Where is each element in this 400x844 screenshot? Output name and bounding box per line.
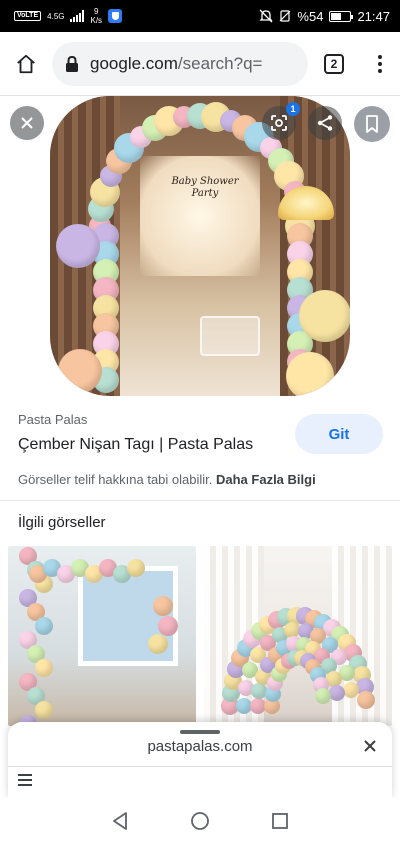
menu-button[interactable] (360, 32, 400, 96)
related-heading: İlgili görseller (18, 514, 106, 531)
window (140, 156, 260, 276)
share-button[interactable] (308, 106, 342, 140)
hamburger-icon[interactable] (18, 774, 32, 786)
lens-icon (271, 115, 287, 131)
balloon (58, 349, 102, 393)
browser-toolbar: google.com/search?q= 2 (0, 32, 400, 96)
preview-image[interactable]: Baby Shower Party (50, 96, 350, 396)
save-button[interactable] (354, 106, 390, 142)
home-icon (17, 54, 35, 73)
more-vert-icon (378, 54, 382, 73)
clock: 21:47 (357, 8, 390, 24)
back-icon[interactable] (111, 811, 129, 831)
volte-badge: VoLTE (14, 11, 42, 21)
url-domain: google.com (90, 53, 178, 73)
image-preview: Baby Shower Party 1 (0, 96, 400, 396)
no-sim-icon (279, 10, 291, 22)
shield-icon (108, 9, 123, 23)
status-bar: VoLTE 4.5G 9 K/s %54 21:47 (0, 0, 400, 32)
copyright-notice: Görseller telif hakkına tabi olabilir. D… (18, 472, 316, 487)
bottom-sheet[interactable]: pastapalas.com (8, 722, 392, 798)
party-sign: Baby Shower Party (170, 176, 240, 204)
related-thumbnail-1[interactable] (8, 546, 196, 726)
lens-badge: 1 (286, 102, 300, 116)
balloon (286, 352, 334, 396)
sheet-divider (8, 766, 392, 767)
copyright-text: Görseller telif hakkına tabi olabilir. (18, 472, 213, 487)
circle-home-icon[interactable] (190, 811, 210, 831)
balloon (299, 290, 350, 342)
network-type: 4.5G (47, 11, 65, 21)
signal-icon (70, 10, 85, 22)
balloon (342, 682, 359, 699)
mute-icon (259, 9, 273, 23)
visit-button[interactable]: Git (295, 414, 383, 454)
system-nav-bar (0, 798, 400, 844)
close-icon (21, 117, 33, 129)
share-icon (317, 115, 333, 131)
status-left: VoLTE 4.5G 9 K/s (14, 7, 123, 25)
status-right: %54 21:47 (259, 9, 390, 24)
more-info-link[interactable]: Daha Fazla Bilgi (216, 472, 316, 487)
close-icon (364, 740, 376, 752)
acrylic-table (200, 316, 260, 356)
balloon (153, 596, 173, 616)
sheet-close-button[interactable] (358, 734, 382, 758)
battery-percent: %54 (297, 8, 324, 24)
tab-count: 2 (324, 53, 344, 74)
balloon (56, 224, 100, 268)
balloon (35, 617, 53, 635)
battery-icon (329, 10, 354, 22)
balloon (35, 659, 53, 677)
bookmark-icon (366, 115, 378, 133)
lock-icon (66, 55, 78, 72)
result-source: Pasta Palas (18, 412, 88, 427)
network-speed: 9 K/s (90, 7, 102, 25)
close-preview-button[interactable] (10, 106, 44, 140)
speed-value: 9 (94, 7, 99, 16)
balloon (158, 616, 178, 636)
tab-switcher-button[interactable]: 2 (308, 32, 360, 96)
address-bar[interactable]: google.com/search?q= (52, 41, 308, 86)
sign-line-2: Party (191, 188, 219, 199)
battery-fill (331, 12, 342, 20)
url-path: /search?q= (177, 53, 263, 73)
balloon (315, 688, 332, 705)
home-button[interactable] (0, 32, 52, 96)
url-text: google.com/search?q= (90, 54, 262, 74)
lens-button[interactable]: 1 (262, 102, 300, 140)
result-title[interactable]: Çember Nişan Tagı | Pasta Palas (18, 436, 253, 454)
balloon (148, 634, 168, 654)
balloon (35, 701, 53, 719)
sheet-url: pastapalas.com (147, 738, 253, 755)
speed-unit: K/s (90, 16, 103, 25)
sign-line-1: Baby Shower (171, 176, 239, 187)
drag-handle[interactable] (180, 730, 220, 734)
related-thumbnail-2[interactable] (204, 546, 392, 726)
balloon (127, 559, 145, 577)
divider (0, 500, 400, 501)
recents-icon[interactable] (271, 812, 289, 830)
balloon (356, 690, 375, 709)
